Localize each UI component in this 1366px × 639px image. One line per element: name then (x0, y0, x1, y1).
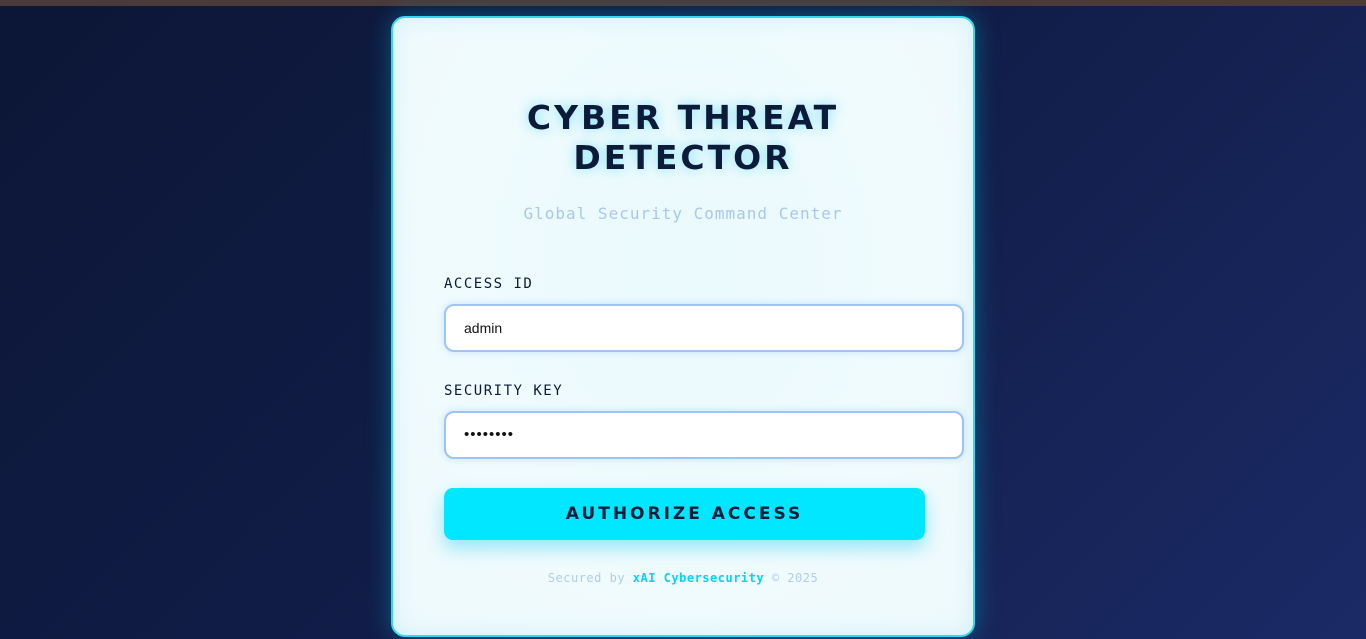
security-key-input[interactable]: •••••••• (444, 411, 964, 459)
login-card: CYBER THREAT DETECTOR Global Security Co… (391, 16, 975, 637)
authorize-access-button[interactable]: AUTHORIZE ACCESS (444, 488, 925, 540)
access-id-input[interactable]: admin (444, 304, 964, 352)
footer-brand-link[interactable]: xAI Cybersecurity (633, 571, 764, 585)
access-id-label: ACCESS ID (444, 276, 534, 292)
page-title: CYBER THREAT DETECTOR (526, 98, 840, 177)
footer-copyright: © 2025 (771, 571, 819, 585)
page-subtitle: Global Security Command Center (523, 204, 843, 223)
security-key-label: SECURITY KEY (444, 383, 564, 399)
top-bar (0, 0, 1366, 6)
footer: Secured by xAI Cybersecurity © 2025 (393, 571, 973, 585)
footer-prefix: Secured by (547, 571, 626, 585)
